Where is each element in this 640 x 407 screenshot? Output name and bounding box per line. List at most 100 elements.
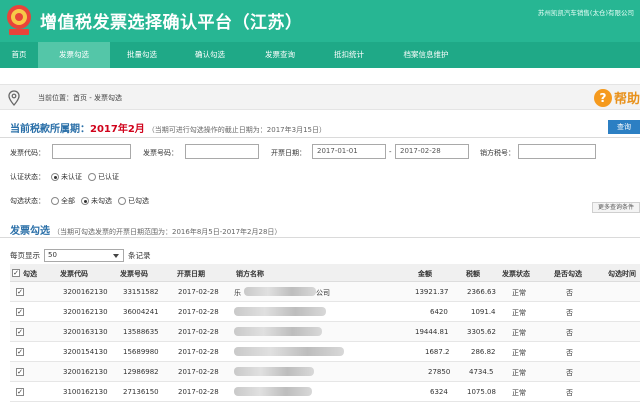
date-from-input[interactable]: 2017-01-01 [312, 144, 386, 159]
cell-status: 正常 [512, 289, 526, 297]
cert-option-label: 未认证 [61, 173, 82, 181]
section-title: 发票勾选 [10, 226, 50, 237]
column-header-amount: 金额 [418, 270, 432, 278]
period-label: 当前税款所属期： [10, 124, 90, 135]
help-link[interactable]: ? 帮助 [593, 88, 640, 107]
cell-status: 正常 [512, 309, 526, 317]
cell-selected: 否 [566, 329, 573, 337]
table-row: ✓ 3200163130 13588635 2017-02-28 19444.8… [10, 322, 640, 342]
cell-code: 3200163130 [63, 328, 108, 336]
section-note: （当期可勾选发票的开票日期范围为：2016年8月5日-2017年2月28日） [53, 228, 282, 236]
cell-status: 正常 [512, 389, 526, 397]
date-to-input[interactable]: 2017-02-28 [395, 144, 469, 159]
nav-item-home[interactable]: 首页 [0, 42, 38, 68]
cell-date: 2017-02-28 [178, 308, 219, 316]
invoice-select-section: 发票勾选 （当期可勾选发票的开票日期范围为：2016年8月5日-2017年2月28… [10, 222, 281, 237]
select-status-group: 勾选状态： 全部 未勾选 已勾选 [10, 196, 149, 206]
cell-tax: 1075.08 [467, 388, 496, 396]
cell-amount: 27850 [428, 368, 451, 376]
column-header-seller: 销方名称 [236, 270, 264, 278]
cell-selected: 否 [566, 389, 573, 397]
page-size-suffix: 条记录 [128, 251, 151, 260]
tax-emblem-logo [7, 5, 31, 35]
cell-status: 正常 [512, 369, 526, 377]
redacted-seller [244, 287, 316, 296]
table-row: ✓ 3200162130 33151582 2017-02-28 乐 公司 13… [10, 282, 640, 302]
cert-radio-certified[interactable] [88, 173, 96, 181]
cell-date: 2017-02-28 [178, 348, 219, 356]
table-body: ✓ 3200162130 33151582 2017-02-28 乐 公司 13… [10, 282, 640, 402]
cell-amount: 1687.2 [425, 348, 450, 356]
query-button[interactable]: 查询 [608, 120, 640, 134]
cell-code: 3200162130 [63, 288, 108, 296]
help-icon: ? [593, 88, 612, 107]
select-option-label: 未勾选 [91, 197, 112, 205]
select-radio-selected[interactable] [118, 197, 126, 205]
column-header-number: 发票号码 [120, 270, 148, 278]
column-header-tax: 税额 [466, 270, 480, 278]
nav-item-confirm-select[interactable]: 确认勾选 [174, 42, 246, 68]
cell-amount: 13921.37 [415, 288, 449, 296]
cell-seller: 乐 [234, 289, 241, 297]
select-status-label: 勾选状态： [10, 197, 45, 205]
cert-option-label: 已认证 [98, 173, 119, 181]
select-all-checkbox[interactable]: ✓ [12, 269, 20, 277]
cell-date: 2017-02-28 [178, 368, 219, 376]
redacted-seller [234, 307, 326, 316]
location-pin-icon [8, 90, 20, 106]
select-radio-all[interactable] [51, 197, 59, 205]
seller-tax-input[interactable] [518, 144, 596, 159]
cell-number: 15689980 [123, 348, 159, 356]
more-query-conditions-button[interactable]: 更多查询条件 [592, 202, 640, 213]
row-checkbox[interactable]: ✓ [16, 288, 24, 296]
period-value: 2017年2月 [90, 124, 145, 135]
page-size-prefix: 每页显示 [10, 251, 40, 260]
seller-tax-label: 销方税号： [480, 149, 515, 157]
page-size-select[interactable]: 50 [44, 249, 124, 262]
cell-number: 36004241 [123, 308, 159, 316]
company-name: 苏州凯凯汽车销售(太仓)有限公司 [537, 9, 634, 17]
cell-selected: 否 [566, 309, 573, 317]
cert-radio-uncertified[interactable] [51, 173, 59, 181]
cell-tax: 1091.4 [471, 308, 496, 316]
page-size-control: 每页显示 50 条记录 [10, 249, 151, 262]
cell-code: 3200162130 [63, 308, 108, 316]
nav-item-invoice-select[interactable]: 发票勾选 [38, 42, 110, 68]
row-checkbox[interactable]: ✓ [16, 348, 24, 356]
cell-number: 13588635 [123, 328, 159, 336]
period-note: （当期可进行勾选操作的截止日期为：2017年3月15日） [147, 126, 326, 134]
divider [0, 237, 640, 238]
cell-status: 正常 [512, 349, 526, 357]
invoice-number-label: 发票号码： [143, 149, 178, 157]
row-checkbox[interactable]: ✓ [16, 368, 24, 376]
date-separator: - [389, 148, 392, 156]
cell-number: 12986982 [123, 368, 159, 376]
invoice-number-input[interactable] [185, 144, 259, 159]
table-header: ✓ 勾选 发票代码 发票号码 开票日期 销方名称 金额 税额 发票状态 是否勾选… [10, 264, 640, 282]
cell-number: 27136150 [123, 388, 159, 396]
cell-code: 3200154130 [63, 348, 108, 356]
divider [0, 137, 640, 138]
nav-item-batch-select[interactable]: 批量勾选 [110, 42, 174, 68]
invoice-code-input[interactable] [52, 144, 131, 159]
cell-seller-tail: 公司 [316, 289, 330, 297]
row-checkbox[interactable]: ✓ [16, 388, 24, 396]
select-option-label: 全部 [61, 197, 75, 205]
nav-item-deduction-stats[interactable]: 抵扣统计 [314, 42, 384, 68]
cell-selected: 否 [566, 369, 573, 377]
app-header: 增值税发票选择确认平台（江苏） 苏州凯凯汽车销售(太仓)有限公司 [0, 0, 640, 42]
select-radio-unselected[interactable] [81, 197, 89, 205]
redacted-seller [234, 347, 344, 356]
column-header-selected: 是否勾选 [554, 270, 582, 278]
cell-tax: 2366.63 [467, 288, 496, 296]
cell-amount: 19444.81 [415, 328, 449, 336]
app-title: 增值税发票选择确认平台（江苏） [40, 13, 303, 33]
date-label: 开票日期： [271, 149, 306, 157]
nav-item-archive-maintain[interactable]: 档案信息维护 [384, 42, 468, 68]
cell-code: 3100162130 [63, 388, 108, 396]
row-checkbox[interactable]: ✓ [16, 328, 24, 336]
row-checkbox[interactable]: ✓ [16, 308, 24, 316]
column-header-date: 开票日期 [177, 270, 205, 278]
main-nav: 首页 发票勾选 批量勾选 确认勾选 发票查询 抵扣统计 档案信息维护 [0, 42, 640, 68]
nav-item-invoice-query[interactable]: 发票查询 [246, 42, 314, 68]
